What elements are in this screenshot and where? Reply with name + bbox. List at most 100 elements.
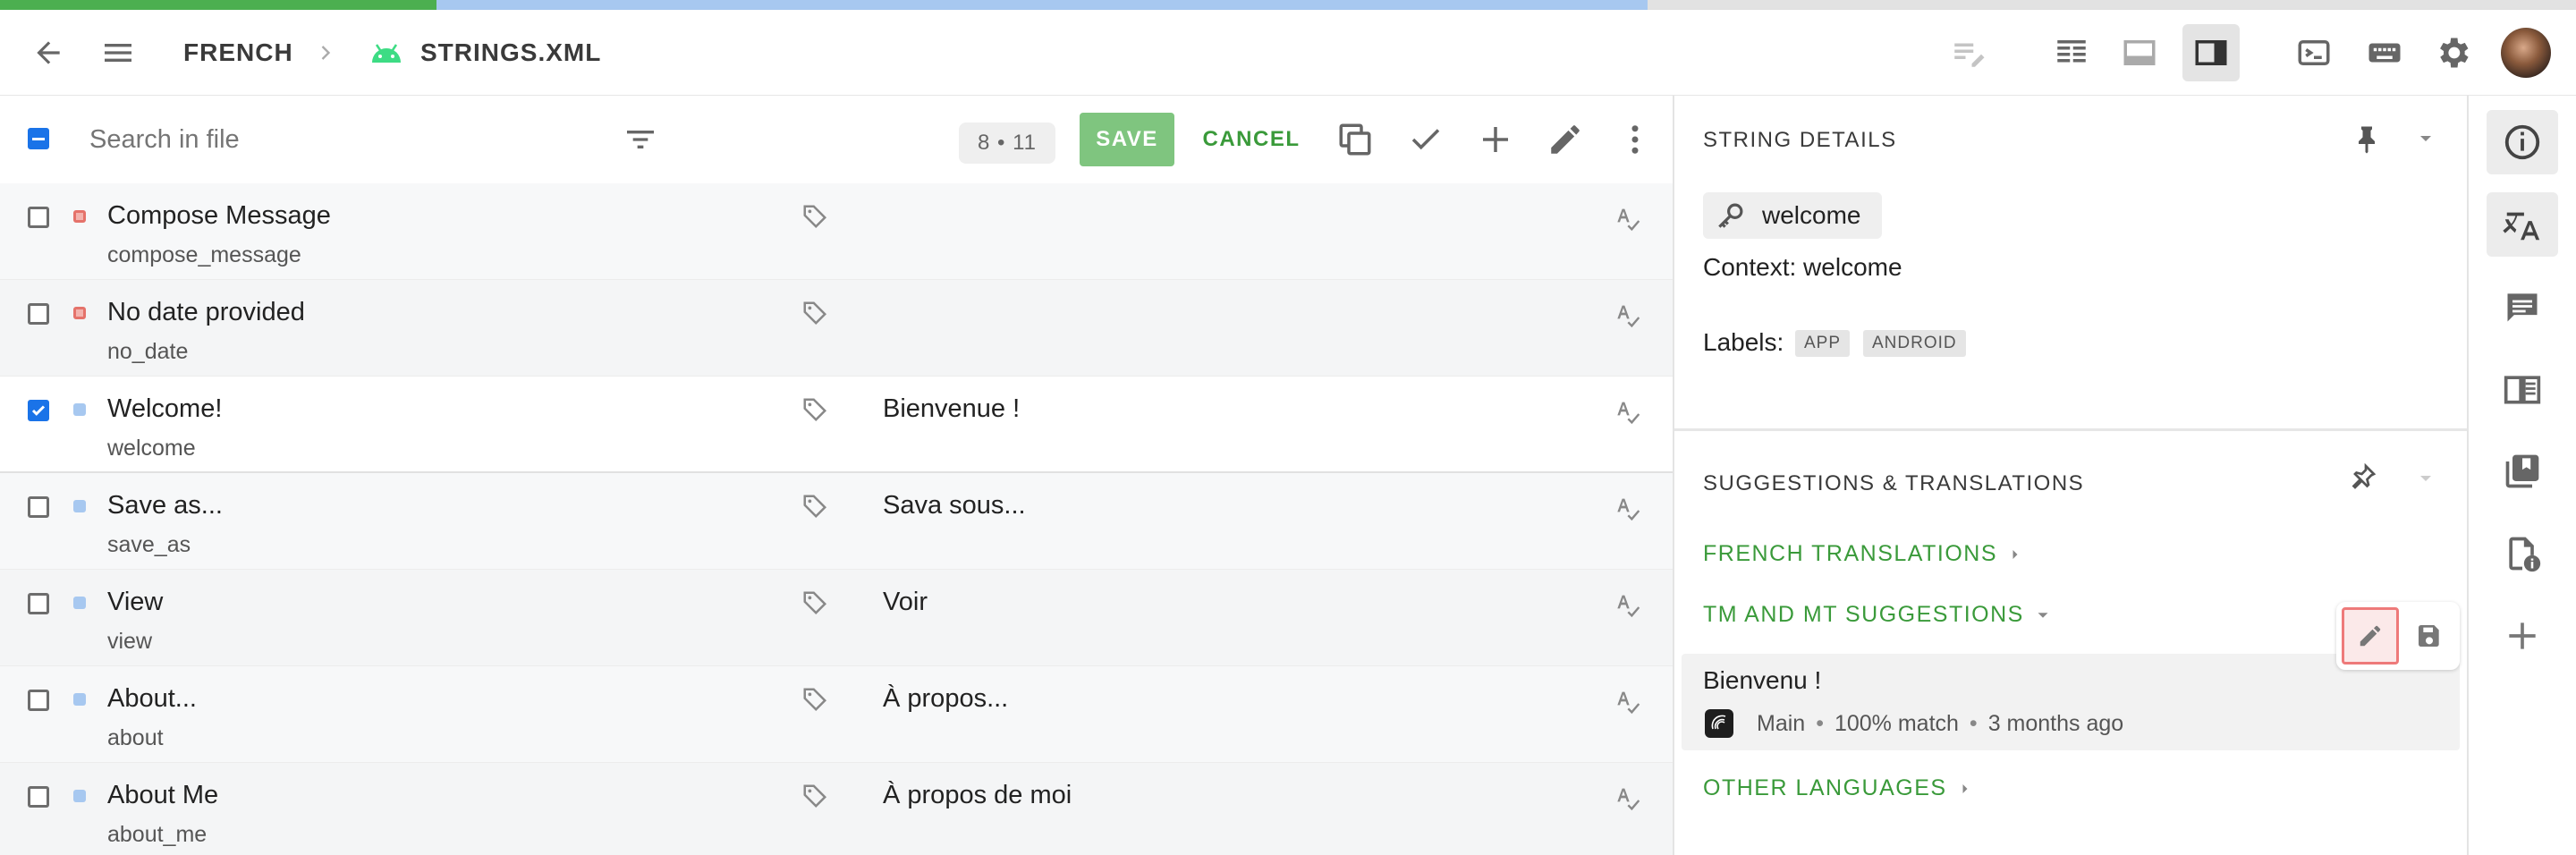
checkmark-icon bbox=[31, 405, 46, 416]
meta-separator: • bbox=[1969, 711, 1978, 736]
spellcheck-icon[interactable] bbox=[1613, 686, 1641, 715]
string-info-tab[interactable] bbox=[2487, 110, 2558, 174]
breadcrumb-separator-icon bbox=[313, 37, 338, 69]
back-button[interactable] bbox=[20, 24, 77, 81]
french-translations-toggle[interactable]: FRENCH TRANSLATIONS bbox=[1703, 541, 2024, 567]
label-tag-icon[interactable] bbox=[801, 396, 828, 423]
row-checkbox[interactable] bbox=[28, 593, 49, 614]
search-input[interactable] bbox=[89, 119, 590, 160]
spellcheck-icon[interactable] bbox=[1613, 396, 1641, 425]
copy-source-button[interactable] bbox=[1326, 111, 1384, 168]
save-suggestion-button[interactable] bbox=[2404, 607, 2454, 665]
string-row[interactable]: About... about À propos... bbox=[0, 666, 1673, 763]
gear-icon bbox=[2440, 38, 2469, 68]
string-row[interactable]: Compose Message compose_message bbox=[0, 183, 1673, 280]
translation-text[interactable]: Bienvenue ! bbox=[883, 394, 1020, 424]
label-tag-icon[interactable] bbox=[801, 203, 828, 230]
more-vertical-icon bbox=[1631, 125, 1639, 154]
collapse-caret-icon[interactable] bbox=[2415, 468, 2436, 489]
other-languages-toggle[interactable]: OTHER LANGUAGES bbox=[1703, 775, 1974, 801]
pin-icon[interactable] bbox=[2351, 123, 2383, 155]
edit-notes-icon bbox=[1954, 43, 1985, 67]
table-layout-icon bbox=[2057, 40, 2086, 63]
translated-status-icon bbox=[73, 693, 86, 706]
hamburger-menu-icon bbox=[105, 44, 131, 62]
pencil-icon bbox=[1551, 125, 1580, 154]
spellcheck-icon[interactable] bbox=[1613, 300, 1641, 328]
string-key: about bbox=[107, 725, 164, 750]
menu-button[interactable] bbox=[89, 24, 147, 81]
spellcheck-icon[interactable] bbox=[1613, 493, 1641, 521]
library-tab[interactable] bbox=[2487, 439, 2558, 504]
translate-tab[interactable] bbox=[2487, 192, 2558, 257]
edit-suggestion-button[interactable] bbox=[2342, 607, 2399, 665]
edit-button[interactable] bbox=[1537, 111, 1594, 168]
file-info-tab[interactable] bbox=[2487, 521, 2558, 586]
string-key: view bbox=[107, 629, 153, 654]
progress-partial bbox=[436, 0, 1648, 10]
translation-text[interactable]: À propos... bbox=[883, 684, 1008, 714]
editor-mode-button[interactable] bbox=[1940, 24, 1997, 81]
row-checkbox[interactable] bbox=[28, 400, 49, 421]
add-button[interactable] bbox=[1467, 111, 1524, 168]
row-checkbox[interactable] bbox=[28, 786, 49, 808]
translation-text[interactable]: À propos de moi bbox=[883, 781, 1072, 810]
select-all-checkbox[interactable] bbox=[28, 128, 49, 149]
string-row[interactable]: No date provided no_date bbox=[0, 280, 1673, 377]
comment-icon bbox=[2507, 293, 2538, 322]
untranslated-status-icon bbox=[73, 210, 86, 223]
glossary-tab[interactable] bbox=[2487, 357, 2558, 421]
string-context: Context: welcome bbox=[1703, 253, 1902, 281]
tm-mt-suggestions-toggle[interactable]: TM AND MT SUGGESTIONS bbox=[1703, 602, 2053, 628]
spellcheck-icon[interactable] bbox=[1613, 783, 1641, 811]
user-avatar[interactable] bbox=[2501, 28, 2551, 78]
section-divider bbox=[1674, 428, 2467, 431]
selection-counter: 8 • 11 bbox=[959, 123, 1055, 164]
approve-button[interactable] bbox=[1397, 111, 1454, 168]
plus-icon bbox=[1483, 127, 1508, 152]
cancel-button[interactable]: CANCEL bbox=[1195, 113, 1308, 166]
string-row[interactable]: Save as... save_as Sava sous... bbox=[0, 473, 1673, 570]
console-button[interactable] bbox=[2285, 24, 2343, 81]
collapse-caret-icon[interactable] bbox=[2415, 128, 2436, 149]
label-tag-icon[interactable] bbox=[801, 589, 828, 616]
label-chip-app[interactable]: APP bbox=[1795, 330, 1851, 357]
save-button[interactable]: SAVE bbox=[1080, 113, 1174, 166]
caret-right-icon bbox=[2012, 549, 2018, 559]
plus-icon bbox=[2509, 622, 2536, 649]
suggestion-actions bbox=[2336, 602, 2460, 670]
label-tag-icon[interactable] bbox=[801, 686, 828, 713]
row-checkbox[interactable] bbox=[28, 207, 49, 228]
string-row[interactable]: View view Voir bbox=[0, 570, 1673, 666]
label-tag-icon[interactable] bbox=[801, 783, 828, 809]
label-chip-android[interactable]: ANDROID bbox=[1863, 330, 1966, 357]
row-checkbox[interactable] bbox=[28, 496, 49, 518]
row-checkbox[interactable] bbox=[28, 303, 49, 325]
settings-button[interactable] bbox=[2424, 24, 2481, 81]
details-panel: STRING DETAILS welcome Context: welcome … bbox=[1674, 96, 2467, 855]
add-tab-button[interactable] bbox=[2487, 604, 2558, 668]
label-tag-icon[interactable] bbox=[801, 300, 828, 326]
spellcheck-icon[interactable] bbox=[1613, 589, 1641, 618]
keyboard-shortcuts-button[interactable] bbox=[2356, 24, 2413, 81]
pencil-icon bbox=[2360, 625, 2381, 647]
unpin-icon[interactable] bbox=[2347, 461, 2379, 493]
layout-side-panel-button[interactable] bbox=[2182, 24, 2240, 81]
layout-side-by-side-button[interactable] bbox=[2043, 24, 2100, 81]
breadcrumb-language[interactable]: FRENCH bbox=[183, 37, 293, 69]
string-row[interactable]: About Me about_me À propos de moi bbox=[0, 763, 1673, 855]
breadcrumb-file[interactable]: STRINGS.XML bbox=[420, 37, 601, 69]
row-checkbox[interactable] bbox=[28, 690, 49, 711]
translation-text[interactable]: Sava sous... bbox=[883, 491, 1026, 521]
more-options-button[interactable] bbox=[1606, 111, 1664, 168]
comments-tab[interactable] bbox=[2487, 275, 2558, 339]
caret-right-icon bbox=[1962, 783, 1968, 793]
bottom-panel-icon bbox=[2123, 40, 2156, 65]
layout-bottom-panel-button[interactable] bbox=[2111, 24, 2168, 81]
filter-button[interactable] bbox=[612, 111, 669, 168]
spellcheck-icon[interactable] bbox=[1613, 203, 1641, 232]
label-tag-icon[interactable] bbox=[801, 493, 828, 520]
string-row-selected[interactable]: Welcome! welcome Bienvenue ! bbox=[0, 377, 1673, 473]
translation-text[interactable]: Voir bbox=[883, 588, 928, 617]
tm-source-icon bbox=[1705, 709, 1733, 738]
